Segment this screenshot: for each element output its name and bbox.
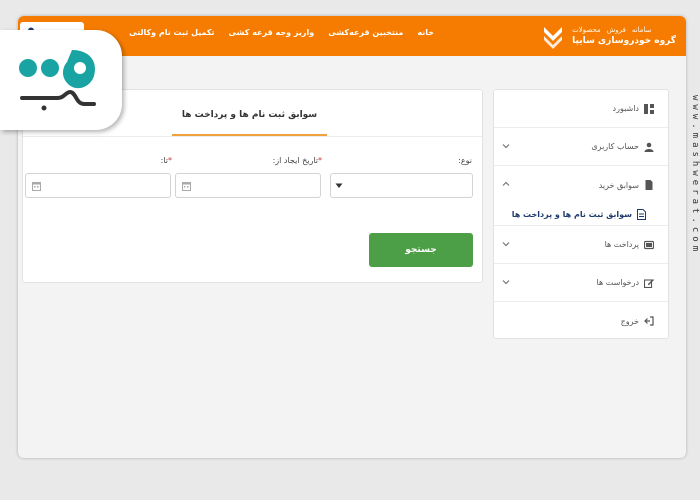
to-date-label-text: تا: (160, 156, 168, 165)
logout-icon (644, 316, 654, 326)
from-date-label-text: تاریخ ایجاد از: (272, 156, 318, 165)
edit-icon (644, 278, 654, 288)
brand-text: سامانه فروش محصولات گروه خودروسازی سایپا (572, 26, 676, 46)
nav-complete-registration[interactable]: تکمیل ثبت نام وکالتی (129, 28, 214, 37)
type-label-text: نوع: (458, 156, 472, 165)
card-icon (644, 240, 654, 249)
sidebar-subitem-label: سوابق ثبت نام ها و پرداخت ها (511, 210, 632, 219)
chevron-down-icon (502, 144, 510, 149)
sidebar-item-dashboard[interactable]: داشبورد (494, 90, 668, 128)
calendar-icon (32, 182, 41, 191)
saipa-logo-icon (544, 27, 563, 49)
search-button[interactable]: جستجو (369, 233, 473, 267)
mashwerat-logo-icon (19, 50, 96, 111)
sidebar-item-label: پرداخت ها (604, 240, 639, 249)
file-list-icon (637, 209, 646, 220)
top-nav: خانه منتخبین قرعه‌کشی واریز وجه قرعه کشی… (129, 28, 434, 37)
nav-home[interactable]: خانه (417, 28, 434, 37)
sidebar-item-label: حساب کاربری (591, 142, 639, 151)
sidebar-item-purchase-history[interactable]: سوابق خرید (494, 166, 668, 204)
chevron-down-icon (502, 280, 510, 285)
nav-lottery-payment[interactable]: واریز وجه قرعه کشی (229, 28, 315, 37)
sidebar-item-requests[interactable]: درخواست ها (494, 264, 668, 302)
sidebar: داشبورد حساب کاربری سوابق خرید سوابق ثبت… (493, 89, 669, 339)
sidebar-item-logout[interactable]: خروج (494, 302, 668, 340)
type-label: نوع: (458, 156, 472, 165)
sidebar-item-payments[interactable]: پرداخت ها (494, 226, 668, 264)
from-date-label: *تاریخ ایجاد از: (273, 156, 322, 165)
brand-link-products[interactable]: محصولات (572, 26, 601, 34)
watermark-logo (0, 30, 122, 130)
type-select[interactable] (330, 173, 473, 198)
sidebar-item-account[interactable]: حساب کاربری (494, 128, 668, 166)
dashboard-icon (644, 103, 654, 114)
watermark-url: www.mashwerat.com (690, 95, 700, 256)
required-mark: * (168, 156, 172, 165)
nav-lottery-winners[interactable]: منتخبین قرعه‌کشی (328, 28, 403, 37)
required-mark: * (318, 156, 322, 165)
to-date-input[interactable] (25, 173, 171, 198)
chevron-down-icon (502, 242, 510, 247)
sidebar-item-label: درخواست ها (596, 278, 639, 287)
user-icon (644, 142, 654, 152)
brand-name: گروه خودروسازی سایپا (572, 36, 676, 46)
title-divider (23, 136, 482, 137)
document-icon (645, 180, 653, 190)
page-title: سوابق ثبت نام ها و پرداخت ها (172, 110, 327, 136)
brand-link-system[interactable]: سامانه (632, 26, 652, 34)
chevron-down-icon (335, 183, 343, 188)
brand[interactable]: سامانه فروش محصولات گروه خودروسازی سایپا (540, 20, 676, 52)
brand-link-sales[interactable]: فروش (607, 26, 626, 34)
brand-links: سامانه فروش محصولات (572, 26, 651, 34)
calendar-icon (182, 182, 191, 191)
chevron-up-icon (502, 181, 510, 186)
sidebar-item-label: داشبورد (612, 104, 639, 113)
sidebar-subitem-registrations[interactable]: سوابق ثبت نام ها و پرداخت ها (494, 204, 668, 226)
to-date-label: *تا: (161, 156, 172, 165)
sidebar-item-label: خروج (620, 316, 639, 326)
sidebar-item-label: سوابق خرید (598, 180, 639, 190)
from-date-input[interactable] (175, 173, 321, 198)
